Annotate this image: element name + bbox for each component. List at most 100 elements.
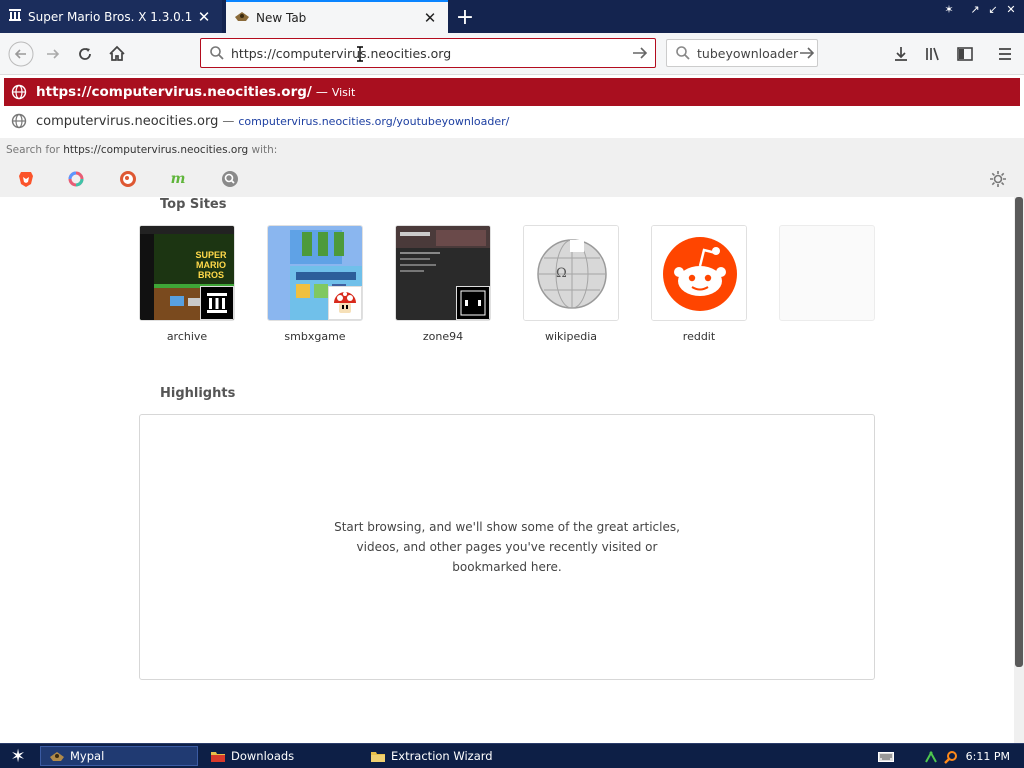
home-button[interactable] <box>102 39 132 69</box>
suggestion-title: computervirus.neocities.org <box>36 113 219 129</box>
taskbar-item-mypal[interactable]: Mypal <box>40 746 198 766</box>
top-site-zone94[interactable]: zone94 <box>395 225 491 343</box>
smb-title-text: SUPER MARIO BROS <box>195 250 227 280</box>
new-tab-page: Top Sites SUPER MARIO BROS archive smbxg… <box>0 197 1014 743</box>
suggestion-url: computervirus.neocities.org/youtubeyownl… <box>238 114 510 128</box>
suggestion-dash: — <box>315 85 328 99</box>
reddit-logo-icon <box>652 226 746 320</box>
back-arrow-icon <box>8 41 34 67</box>
tab-super-mario[interactable]: Super Mario Bros. X 1.3.0.1 : Andrew ✕ <box>0 0 222 33</box>
search-bar[interactable]: tubeyownloader <box>666 39 818 67</box>
window-controls: ✶ ↗ ↙ ✕ <box>942 3 1018 16</box>
top-site-archive[interactable]: SUPER MARIO BROS archive <box>139 225 235 343</box>
site-thumbnail[interactable] <box>395 225 491 321</box>
searx-icon[interactable] <box>220 169 240 189</box>
browser-window: Super Mario Bros. X 1.3.0.1 : Andrew ✕ N… <box>0 0 1024 768</box>
sidebar-icon <box>957 47 973 61</box>
downloads-button[interactable] <box>886 39 916 69</box>
clock[interactable]: 6:11 PM <box>966 750 1010 763</box>
star-icon[interactable]: ✶ <box>942 3 956 16</box>
site-label: zone94 <box>422 330 464 343</box>
taskbar-item-label: Downloads <box>231 749 295 763</box>
qwant-icon[interactable] <box>66 169 86 189</box>
archive-favicon-icon <box>8 8 22 25</box>
window-minimize-icon[interactable]: ↙ <box>986 3 1000 16</box>
window-close-icon[interactable]: ✕ <box>1004 3 1018 16</box>
page-scrollbar[interactable] <box>1014 197 1024 743</box>
site-label: smbxgame <box>284 330 346 343</box>
sidebar-button[interactable] <box>950 39 980 69</box>
tab-title: New Tab <box>256 10 307 25</box>
go-arrow-icon[interactable] <box>631 45 649 61</box>
url-suggestions-dropdown: https://computervirus.neocities.org/ — V… <box>0 75 1024 197</box>
forward-button[interactable] <box>38 39 68 69</box>
suggestion-action: Visit <box>331 85 356 99</box>
folder-icon <box>370 750 386 763</box>
brave-icon[interactable] <box>16 169 36 189</box>
keyboard-icon[interactable] <box>877 751 894 762</box>
taskbar-item-label: Mypal <box>70 749 105 763</box>
url-input[interactable]: https://computervirus.neocities.org <box>225 46 631 61</box>
top-site-wikipedia[interactable]: Ω wikipedia <box>523 225 619 343</box>
highlights-heading: Highlights <box>160 386 236 401</box>
forward-arrow-icon <box>47 49 60 59</box>
empty-thumbnail <box>779 225 875 321</box>
globe-icon <box>8 84 30 100</box>
highlights-message: Start browsing, and we'll show some of t… <box>334 520 680 574</box>
search-with-query: https://computervirus.neocities.org <box>63 144 249 156</box>
start-menu-star-icon[interactable]: ✶ <box>6 746 30 767</box>
menu-button[interactable] <box>990 39 1020 69</box>
archive-badge-icon <box>200 286 234 320</box>
reload-icon <box>79 48 91 60</box>
taskbar-item-extraction-wizard[interactable]: Extraction Wizard <box>362 746 530 766</box>
new-tab-button[interactable]: + <box>452 4 478 30</box>
library-icon <box>926 47 939 61</box>
search-icon <box>675 45 691 61</box>
hamburger-menu-icon <box>999 48 1011 60</box>
taskbar: ✶ Mypal Downloads Extraction Wizard 6:11… <box>0 743 1024 768</box>
zone94-badge-icon <box>456 286 490 320</box>
search-settings-gear-icon[interactable] <box>988 169 1008 189</box>
site-thumbnail[interactable]: SUPER MARIO BROS <box>139 225 235 321</box>
site-thumbnail[interactable] <box>651 225 747 321</box>
navigation-toolbar: https://computervirus.neocities.org tube… <box>0 33 1024 75</box>
suggestion-dash: — <box>222 114 235 128</box>
one-off-search-panel: Search for https://computervirus.neociti… <box>0 138 1024 197</box>
suggestion-url: https://computervirus.neocities.org/ <box>36 84 312 100</box>
duckduckgo-icon[interactable] <box>118 169 138 189</box>
search-go-arrow-icon[interactable] <box>798 45 816 61</box>
taskbar-item-downloads[interactable]: Downloads <box>202 746 360 766</box>
library-button[interactable] <box>918 39 948 69</box>
wikipedia-letter: Ω <box>556 266 567 281</box>
search-with-label: Search for https://computervirus.neociti… <box>6 144 278 156</box>
url-bar[interactable]: https://computervirus.neocities.org <box>200 38 656 68</box>
tab-close-icon[interactable]: ✕ <box>420 8 440 28</box>
tab-close-icon[interactable]: ✕ <box>194 7 214 27</box>
search-icon <box>209 45 225 61</box>
wikipedia-globe-icon <box>524 226 618 320</box>
top-sites-heading: Top Sites <box>160 197 227 212</box>
globe-icon <box>8 113 30 129</box>
window-restore-icon[interactable]: ↗ <box>968 3 982 16</box>
site-thumbnail[interactable]: Ω <box>523 225 619 321</box>
top-site-smbxgame[interactable]: smbxgame <box>267 225 363 343</box>
tab-new-tab[interactable]: New Tab ✕ <box>226 0 448 33</box>
reload-button[interactable] <box>70 39 100 69</box>
tab-strip: Super Mario Bros. X 1.3.0.1 : Andrew ✕ N… <box>0 0 1024 33</box>
highlights-empty-state: Start browsing, and we'll show some of t… <box>139 414 875 680</box>
search-tray-icon[interactable] <box>943 750 958 764</box>
taskbar-item-label: Extraction Wizard <box>391 749 493 763</box>
suggestion-visit-row[interactable]: https://computervirus.neocities.org/ — V… <box>4 78 1020 106</box>
scrollbar-thumb[interactable] <box>1015 197 1023 667</box>
search-input[interactable]: tubeyownloader <box>691 46 798 61</box>
network-icon[interactable] <box>924 750 938 764</box>
back-button[interactable] <box>6 39 36 69</box>
text-cursor-icon <box>356 46 364 66</box>
top-site-reddit[interactable]: reddit <box>651 225 747 343</box>
mojeek-icon[interactable]: m <box>168 169 188 189</box>
suggestion-history-row[interactable]: computervirus.neocities.org — computervi… <box>4 107 1020 135</box>
tab-title: Super Mario Bros. X 1.3.0.1 : Andrew <box>28 9 194 24</box>
site-label: wikipedia <box>544 330 597 343</box>
site-thumbnail[interactable] <box>267 225 363 321</box>
home-icon <box>109 45 125 61</box>
